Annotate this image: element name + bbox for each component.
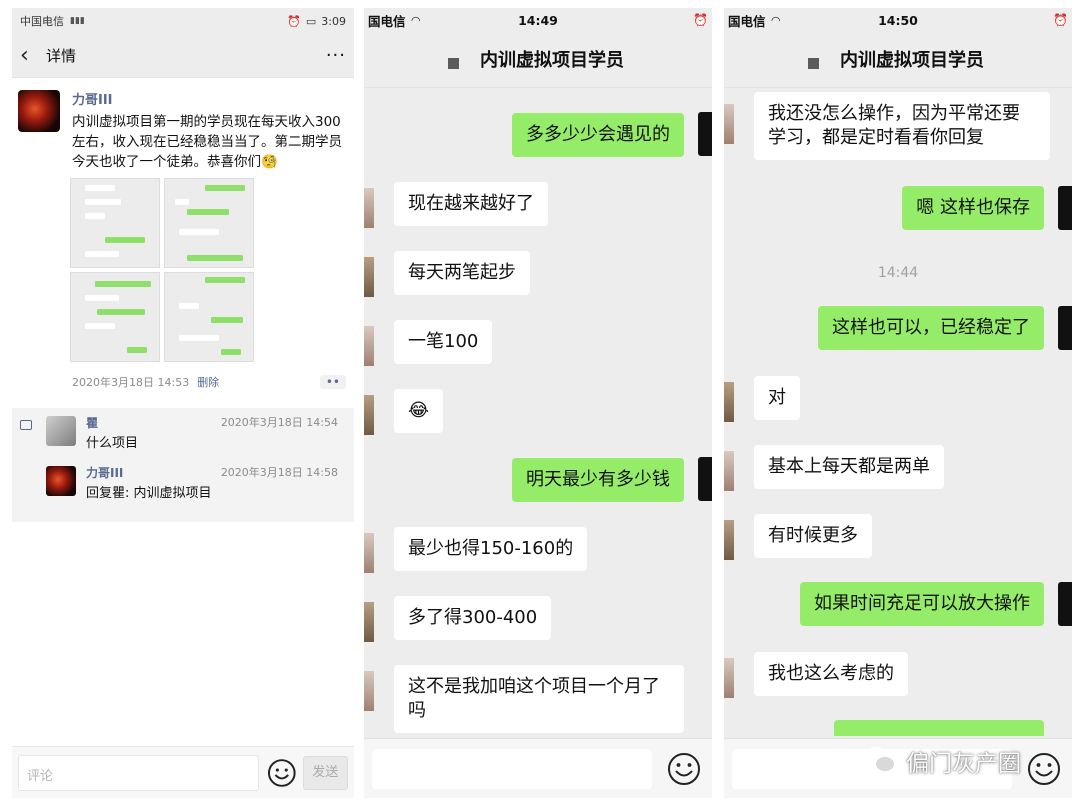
- post-text: 内训虚拟项目第一期的学员现在每天收入300左右，收入现在已经稳稳当当了。第二期学…: [72, 114, 342, 170]
- emoji-icon[interactable]: [666, 751, 702, 787]
- comment-input-bar: 评论 发送: [12, 746, 354, 798]
- comments-section: 瞿 2020年3月18日 14:54 什么项目 力哥III 2020年3月18日…: [12, 408, 354, 522]
- message-input[interactable]: [372, 749, 652, 789]
- chat-title: 内训虚拟项目学员: [480, 50, 624, 71]
- message-bubble-out[interactable]: 明天最少有多少钱: [512, 458, 684, 502]
- delete-link[interactable]: 删除: [197, 374, 219, 390]
- nav-bar: ‹ 详情 ···: [12, 34, 354, 78]
- avatar[interactable]: [724, 104, 734, 144]
- more-icon[interactable]: ···: [326, 45, 346, 66]
- message-bubble-out[interactable]: 嗯 这样也保存: [902, 186, 1044, 230]
- status-bar: 国电信 ◠ 14:50 ⏰: [724, 8, 1072, 32]
- message-bubble-in[interactable]: 我也这么考虑的: [754, 652, 908, 696]
- signal-icon: ▮▮▮: [70, 16, 85, 26]
- comment-icon: [20, 420, 32, 430]
- avatar[interactable]: [364, 671, 374, 711]
- comment-item[interactable]: 瞿 2020年3月18日 14:54 什么项目: [46, 414, 346, 464]
- watermark: 偏门灰产圈: [862, 744, 1021, 778]
- avatar[interactable]: [46, 416, 76, 446]
- message-bubble-out[interactable]: 多多少少会遇见的: [512, 113, 684, 157]
- comment-time: 2020年3月18日 14:58: [220, 466, 338, 479]
- chat-screen-2: 国电信 ◠ 14:50 ⏰ 内训虚拟项目学员 我还没怎么操作，因为平常还要学习，…: [724, 8, 1072, 798]
- avatar[interactable]: [724, 382, 734, 422]
- group-icon: [808, 58, 819, 69]
- message-bubble-in[interactable]: 这不是我加咱这个项目一个月了吗: [394, 665, 684, 733]
- avatar[interactable]: [364, 257, 374, 297]
- avatar[interactable]: [1058, 306, 1072, 350]
- chat-header: 内训虚拟项目学员: [364, 32, 712, 88]
- message-bubble-in[interactable]: 一笔100: [394, 320, 493, 364]
- comment-input[interactable]: 评论: [18, 754, 259, 791]
- avatar[interactable]: [364, 326, 374, 366]
- avatar[interactable]: [724, 520, 734, 560]
- chat-input-bar: [364, 738, 712, 798]
- screenshot-thumbnail[interactable]: [70, 178, 160, 268]
- page-title: 详情: [46, 47, 77, 65]
- avatar[interactable]: [1058, 582, 1072, 626]
- message-bubble-in[interactable]: 对: [754, 376, 800, 420]
- message-bubble-in[interactable]: 我还没怎么操作，因为平常还要学习，都是定时看看你回复: [754, 92, 1050, 160]
- timestamp: 14:44: [877, 265, 919, 281]
- screenshot-thumbnail[interactable]: [70, 272, 160, 362]
- message-bubble-out[interactable]: [834, 720, 1044, 736]
- status-time: 3:09: [321, 14, 346, 28]
- status-bar: 国电信 ◠ 14:49 ⏰: [364, 8, 712, 32]
- status-time: 14:49: [518, 12, 558, 28]
- comment-text: 回复瞿: 内训虚拟项目: [86, 486, 212, 501]
- image-grid: [70, 178, 256, 362]
- avatar[interactable]: [364, 602, 374, 642]
- status-time: 14:50: [878, 12, 918, 28]
- battery-icon: ▭: [305, 14, 317, 28]
- watermark-text: 偏门灰产圈: [906, 751, 1021, 777]
- status-bar: 中国电信 ▮▮▮ ⏰ ▭ 3:09: [12, 8, 354, 34]
- avatar[interactable]: [724, 658, 734, 698]
- moment-post: 力哥III 内训虚拟项目第一期的学员现在每天收入300左右，收入现在已经稳稳当当…: [12, 78, 354, 392]
- avatar[interactable]: [698, 457, 712, 501]
- actions-icon[interactable]: ••: [319, 375, 346, 389]
- emoji-icon[interactable]: [267, 758, 297, 788]
- comment-text: 什么项目: [86, 436, 139, 451]
- alarm-icon: ⏰: [1053, 13, 1068, 27]
- chat-header: 内训虚拟项目学员: [724, 32, 1072, 88]
- avatar[interactable]: [1058, 186, 1072, 230]
- avatar[interactable]: [18, 90, 60, 132]
- post-time: 2020年3月18日 14:53: [72, 376, 190, 389]
- carrier-label: 中国电信: [20, 15, 64, 28]
- send-button[interactable]: 发送: [302, 755, 348, 790]
- wechat-logo-icon: [863, 747, 896, 773]
- message-bubble-in[interactable]: 最少也得150-160的: [394, 527, 588, 571]
- comment-author[interactable]: 瞿: [86, 414, 98, 431]
- chat-screen-1: 国电信 ◠ 14:49 ⏰ 内训虚拟项目学员 多多少少会遇见的 现在越来越好了 …: [364, 8, 712, 798]
- avatar[interactable]: [46, 466, 76, 496]
- avatar[interactable]: [364, 533, 374, 573]
- message-bubble-in[interactable]: 😂: [394, 389, 444, 433]
- emoji-icon[interactable]: [1026, 751, 1062, 787]
- comment-time: 2020年3月18日 14:54: [220, 416, 338, 429]
- screenshot-thumbnail[interactable]: [164, 178, 254, 268]
- message-bubble-in[interactable]: 现在越来越好了: [394, 182, 548, 226]
- group-icon: [448, 58, 459, 69]
- comment-author[interactable]: 力哥III: [86, 464, 123, 481]
- message-bubble-in[interactable]: 基本上每天都是两单: [754, 445, 944, 489]
- message-bubble-in[interactable]: 每天两笔起步: [394, 251, 530, 295]
- screenshot-thumbnail[interactable]: [164, 272, 254, 362]
- post-author[interactable]: 力哥III: [72, 90, 346, 112]
- message-bubble-out[interactable]: 如果时间充足可以放大操作: [800, 582, 1044, 626]
- avatar[interactable]: [698, 112, 712, 156]
- comment-item[interactable]: 力哥III 2020年3月18日 14:58 回复瞿: 内训虚拟项目: [46, 464, 346, 514]
- message-bubble-in[interactable]: 多了得300-400: [394, 596, 552, 640]
- alarm-icon: ⏰: [693, 13, 708, 27]
- avatar[interactable]: [364, 188, 374, 228]
- avatar[interactable]: [724, 451, 734, 491]
- message-bubble-in[interactable]: 有时候更多: [754, 514, 872, 558]
- avatar[interactable]: [364, 395, 374, 435]
- moment-detail-screen: 中国电信 ▮▮▮ ⏰ ▭ 3:09 ‹ 详情 ··· 力哥III 内训虚拟项目第…: [12, 8, 354, 798]
- post-meta: 2020年3月18日 14:53 删除 ••: [72, 372, 346, 392]
- back-icon[interactable]: ‹: [20, 43, 40, 68]
- chat-title: 内训虚拟项目学员: [840, 50, 984, 71]
- message-bubble-out[interactable]: 这样也可以，已经稳定了: [818, 306, 1044, 350]
- alarm-icon: ⏰: [287, 14, 301, 28]
